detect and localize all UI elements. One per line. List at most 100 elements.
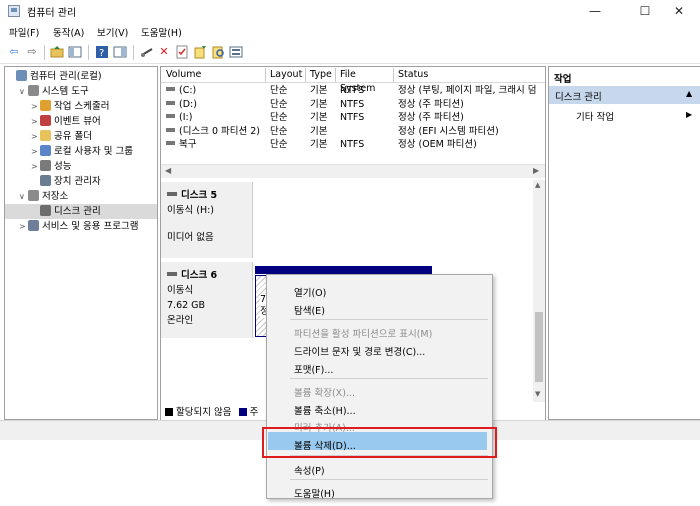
cell-volume: (I:)	[166, 111, 266, 125]
tree-item-label: 컴퓨터 관리(로컬)	[30, 71, 102, 82]
table-row[interactable]: (D:) 단순 기본 NTFS 정상 (주 파티션)	[162, 98, 544, 112]
menu-view[interactable]: 보기(V)	[97, 25, 128, 39]
tree-item-shared-folder[interactable]: > 공유 폴더	[7, 129, 157, 144]
column-header-layout[interactable]: Layout	[266, 68, 306, 82]
tree-item-device-manager[interactable]: 장치 관리자	[7, 174, 157, 189]
column-header-type[interactable]: Type	[306, 68, 336, 82]
tree-item-performance[interactable]: > 성능	[7, 159, 157, 174]
menu-item[interactable]: 도움말(H)	[294, 486, 335, 500]
menu-item[interactable]: 속성(P)	[294, 463, 325, 477]
tree-item-users[interactable]: > 로컬 사용자 및 그룹	[7, 144, 157, 159]
disk-6-info[interactable]: 디스크 6 이동식 7.62 GB 온라인	[161, 262, 253, 338]
expand-chevron-icon[interactable]: ∨	[19, 84, 28, 99]
column-header-file-system[interactable]: File System	[336, 68, 394, 94]
menu-help[interactable]: 도움말(H)	[141, 25, 182, 39]
scrollbar-thumb[interactable]	[535, 312, 543, 382]
cell-type: 기본	[310, 85, 328, 96]
table-row[interactable]: (I:) 단순 기본 NTFS 정상 (주 파티션)	[162, 111, 544, 125]
scroll-left-icon[interactable]: ◀	[165, 166, 171, 175]
show-hide-action-icon[interactable]	[113, 45, 127, 59]
volume-name: (I:)	[179, 112, 193, 123]
disk-5-area	[254, 182, 534, 258]
event-viewer-icon	[40, 115, 51, 126]
collapse-chevron-icon[interactable]: >	[31, 144, 40, 159]
menu-item[interactable]: 탐색(E)	[294, 303, 325, 317]
drive-icon	[166, 87, 175, 91]
new-icon[interactable]	[193, 45, 207, 59]
menu-item[interactable]: 볼륨 확장(X)...	[294, 385, 355, 399]
menu-item[interactable]: 포맷(F)...	[294, 362, 333, 376]
cell-layout: 단순	[270, 125, 288, 137]
tree-item-storage[interactable]: ∨ 저장소	[7, 189, 157, 204]
back-icon[interactable]: ⇦	[7, 45, 21, 59]
up-folder-icon[interactable]	[50, 45, 64, 59]
disk-kind: 이동식	[167, 285, 194, 296]
close-button[interactable]: ✕	[658, 0, 700, 22]
cell-layout: 단순	[270, 98, 288, 110]
column-header-status[interactable]: Status	[394, 68, 544, 82]
collapse-chevron-icon[interactable]: >	[31, 159, 40, 174]
cell-status: 정상 (주 파티션)	[398, 98, 464, 110]
header-divider	[161, 82, 545, 83]
minimize-button[interactable]: —	[574, 0, 616, 22]
computer-icon	[16, 70, 27, 81]
clock-icon	[40, 100, 51, 111]
cell-fs: NTFS	[340, 139, 365, 150]
scroll-up-icon[interactable]: ▲	[535, 181, 540, 189]
show-hide-tree-icon[interactable]	[68, 45, 82, 59]
actions-more-actions[interactable]: 기타 작업	[576, 109, 614, 123]
collapse-chevron-icon[interactable]: >	[31, 99, 40, 114]
cell-status: 정상 (주 파티션)	[398, 112, 464, 123]
collapse-chevron-icon[interactable]: >	[19, 219, 28, 234]
expand-chevron-icon[interactable]: ∨	[19, 189, 28, 204]
collapse-arrow-icon[interactable]: ▲	[686, 89, 692, 98]
scroll-down-icon[interactable]: ▼	[535, 390, 540, 398]
computer-management-icon	[8, 5, 20, 17]
menu-separator	[290, 319, 488, 320]
drive-icon	[166, 114, 175, 118]
forward-icon[interactable]: ⇨	[25, 45, 39, 59]
disk-name: 디스크 5	[181, 190, 218, 201]
view-icon[interactable]	[229, 45, 243, 59]
table-row[interactable]: 복구 단순 기본 NTFS 정상 (OEM 파티션)	[162, 138, 544, 152]
tree-item-event-viewer[interactable]: > 이벤트 뷰어	[7, 114, 157, 129]
cell-fs: NTFS	[340, 98, 365, 110]
delete-icon[interactable]: ✕	[157, 45, 171, 59]
drive-icon	[166, 100, 175, 105]
cell-type: 기본	[310, 139, 328, 150]
menu-item[interactable]: 열기(O)	[294, 285, 326, 299]
menu-file[interactable]: 파일(F)	[9, 25, 39, 39]
tree-item-label: 성능	[54, 161, 72, 172]
table-row[interactable]: (C:) 단순 기본 NTFS 정상 (부팅, 페이지 파일, 크래시 덤	[162, 84, 544, 98]
menu-item[interactable]: 드라이브 문자 및 경로 변경(C)...	[294, 344, 425, 358]
tree-item-tools[interactable]: ∨ 시스템 도구	[7, 84, 157, 99]
tools-icon	[28, 85, 39, 96]
collapse-chevron-icon[interactable]: >	[31, 129, 40, 144]
help-icon[interactable]: ?	[95, 45, 109, 59]
column-header-volume[interactable]: Volume	[162, 68, 266, 82]
tree-item-label: 저장소	[42, 191, 69, 202]
menu-item[interactable]: 파티션을 활성 파티션으로 표시(M)	[294, 326, 432, 340]
cell-layout: 단순	[270, 139, 288, 150]
performance-icon	[40, 160, 51, 171]
tree-item-computer[interactable]: 컴퓨터 관리(로컬)	[7, 69, 157, 84]
connect-icon[interactable]	[140, 45, 154, 59]
volume-list-hscrollbar[interactable]: ◀ ▶	[161, 164, 545, 178]
scroll-right-icon[interactable]: ▶	[533, 166, 539, 175]
actions-header: 작업	[554, 74, 572, 85]
volume-name: 복구	[179, 139, 197, 150]
menu-item[interactable]: 볼륨 축소(H)...	[294, 403, 356, 417]
menu-action[interactable]: 동작(A)	[53, 25, 84, 39]
tree-item-clock[interactable]: > 작업 스케줄러	[7, 99, 157, 114]
disk-icon	[167, 192, 177, 196]
table-row[interactable]: (디스크 0 파티션 2) 단순 기본 정상 (EFI 시스템 파티션)	[162, 125, 544, 139]
drive-icon	[166, 127, 175, 132]
search-icon[interactable]	[211, 45, 225, 59]
legend-label-unallocated: 할당되지 않음	[176, 407, 232, 418]
collapse-chevron-icon[interactable]: >	[31, 114, 40, 129]
disk-5-info[interactable]: 디스크 5 이동식 (H:) 미디어 없음	[161, 182, 253, 258]
tree-item-disk-management[interactable]: 디스크 관리	[5, 204, 157, 219]
disk-map-vscrollbar[interactable]: ▲ ▼	[533, 180, 545, 402]
properties-icon[interactable]	[175, 45, 189, 59]
tree-item-services[interactable]: > 서비스 및 응용 프로그램	[7, 219, 157, 234]
